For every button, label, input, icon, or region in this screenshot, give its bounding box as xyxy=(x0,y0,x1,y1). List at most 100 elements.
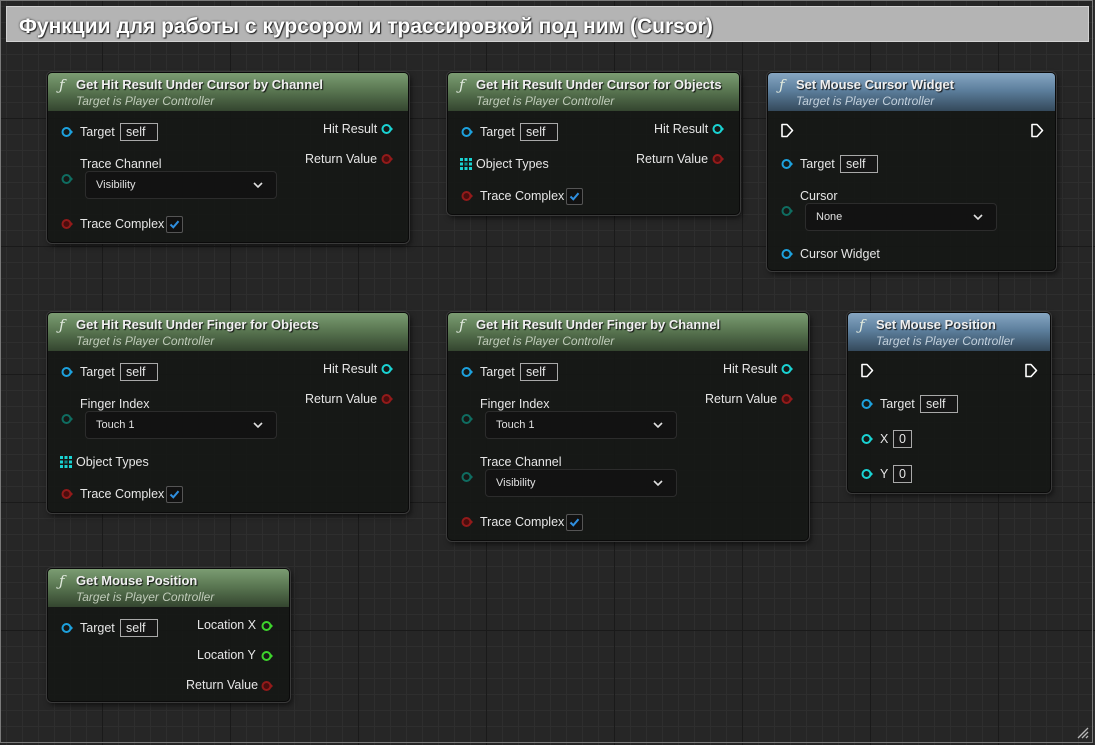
x-pin[interactable] xyxy=(861,433,873,445)
exec-in-pin[interactable] xyxy=(860,363,874,378)
comment-header[interactable]: Функции для работы с курсором и трассиро… xyxy=(6,6,1089,42)
cursor-dropdown[interactable]: None xyxy=(805,203,997,231)
target-value-field[interactable]: self xyxy=(520,363,558,381)
trace-channel-label: Trace Channel xyxy=(480,455,562,469)
node-get-hit-result-under-cursor-for-objects[interactable]: ƒ Get Hit Result Under Cursor for Object… xyxy=(447,72,740,215)
hit-result-label: Hit Result xyxy=(323,122,378,136)
trace-channel-dropdown[interactable]: Visibility xyxy=(85,171,277,199)
resize-grip-icon[interactable] xyxy=(1075,725,1089,739)
chevron-down-icon xyxy=(653,421,663,429)
finger-index-dropdown[interactable]: Touch 1 xyxy=(85,411,277,439)
exec-out-pin[interactable] xyxy=(1024,363,1038,378)
function-icon: ƒ xyxy=(459,316,465,334)
target-pin[interactable] xyxy=(61,622,73,634)
return-value-pin[interactable] xyxy=(381,153,393,165)
trace-channel-value: Visibility xyxy=(96,179,136,191)
trace-complex-label: Trace Complex xyxy=(80,217,165,231)
trace-complex-checkbox[interactable] xyxy=(166,486,183,503)
target-pin[interactable] xyxy=(61,366,73,378)
trace-complex-label: Trace Complex xyxy=(480,515,565,529)
cursor-widget-pin[interactable] xyxy=(781,248,793,260)
trace-complex-pin[interactable] xyxy=(461,516,473,528)
node-subtitle: Target is Player Controller xyxy=(876,334,1015,348)
target-value-field[interactable]: self xyxy=(120,363,158,381)
cursor-pin[interactable] xyxy=(781,205,793,217)
node-subtitle: Target is Player Controller xyxy=(76,590,215,604)
node-subtitle: Target is Player Controller xyxy=(476,94,615,108)
trace-channel-pin[interactable] xyxy=(461,471,473,483)
hit-result-label: Hit Result xyxy=(323,362,378,376)
hit-result-label: Hit Result xyxy=(654,122,709,136)
node-header[interactable]: ƒ Get Hit Result Under Finger for Object… xyxy=(48,313,408,351)
cursor-label: Cursor xyxy=(800,189,838,203)
node-header[interactable]: ƒ Get Hit Result Under Finger by Channel… xyxy=(448,313,808,351)
finger-index-value: Touch 1 xyxy=(96,419,135,431)
target-value-field[interactable]: self xyxy=(920,395,958,413)
target-value-field[interactable]: self xyxy=(840,155,878,173)
node-set-mouse-position[interactable]: ƒ Set Mouse Position Target is Player Co… xyxy=(847,312,1051,493)
return-value-label: Return Value xyxy=(186,678,259,692)
chevron-down-icon xyxy=(973,213,983,221)
y-value-field[interactable]: 0 xyxy=(893,465,912,483)
function-icon: ƒ xyxy=(59,76,65,94)
node-get-mouse-position[interactable]: ƒ Get Mouse Position Target is Player Co… xyxy=(47,568,290,702)
node-header[interactable]: ƒ Get Hit Result Under Cursor for Object… xyxy=(448,73,739,111)
array-pin-icon[interactable] xyxy=(60,456,72,468)
function-icon: ƒ xyxy=(779,76,785,94)
location-x-pin[interactable] xyxy=(261,620,273,632)
exec-in-pin[interactable] xyxy=(780,123,794,138)
node-subtitle: Target is Player Controller xyxy=(76,94,215,108)
target-value-field[interactable]: self xyxy=(520,123,558,141)
exec-out-pin[interactable] xyxy=(1030,123,1044,138)
target-label: Target xyxy=(80,621,115,635)
trace-complex-pin[interactable] xyxy=(461,190,473,202)
hit-result-pin[interactable] xyxy=(712,123,724,135)
trace-complex-pin[interactable] xyxy=(61,218,73,230)
node-get-hit-result-under-finger-by-channel[interactable]: ƒ Get Hit Result Under Finger by Channel… xyxy=(447,312,809,541)
node-header[interactable]: ƒ Set Mouse Cursor Widget Target is Play… xyxy=(768,73,1055,111)
target-label: Target xyxy=(480,125,515,139)
trace-complex-checkbox[interactable] xyxy=(566,514,583,531)
node-get-hit-result-under-finger-for-objects[interactable]: ƒ Get Hit Result Under Finger for Object… xyxy=(47,312,409,513)
target-label: Target xyxy=(800,157,835,171)
array-pin-icon[interactable] xyxy=(460,158,472,170)
location-y-pin[interactable] xyxy=(261,650,273,662)
target-pin[interactable] xyxy=(781,158,793,170)
hit-result-pin[interactable] xyxy=(381,363,393,375)
trace-channel-pin[interactable] xyxy=(61,173,73,185)
target-pin[interactable] xyxy=(461,126,473,138)
return-value-pin[interactable] xyxy=(712,153,724,165)
node-subtitle: Target is Player Controller xyxy=(476,334,615,348)
hit-result-pin[interactable] xyxy=(381,123,393,135)
trace-complex-checkbox[interactable] xyxy=(566,188,583,205)
trace-complex-pin[interactable] xyxy=(61,488,73,500)
node-subtitle: Target is Player Controller xyxy=(76,334,215,348)
target-value-field[interactable]: self xyxy=(120,619,158,637)
node-header[interactable]: ƒ Set Mouse Position Target is Player Co… xyxy=(848,313,1050,351)
trace-channel-dropdown[interactable]: Visibility xyxy=(485,469,677,497)
x-value-field[interactable]: 0 xyxy=(893,430,912,448)
finger-index-pin[interactable] xyxy=(61,413,73,425)
return-value-pin[interactable] xyxy=(261,680,273,692)
node-header[interactable]: ƒ Get Mouse Position Target is Player Co… xyxy=(48,569,289,607)
finger-index-pin[interactable] xyxy=(461,413,473,425)
location-x-label: Location X xyxy=(197,618,257,632)
target-value-field[interactable]: self xyxy=(120,123,158,141)
location-y-label: Location Y xyxy=(197,648,256,662)
target-pin[interactable] xyxy=(461,366,473,378)
hit-result-pin[interactable] xyxy=(781,363,793,375)
trace-complex-checkbox[interactable] xyxy=(166,216,183,233)
return-value-pin[interactable] xyxy=(781,393,793,405)
finger-index-dropdown[interactable]: Touch 1 xyxy=(485,411,677,439)
y-pin[interactable] xyxy=(861,468,873,480)
checkmark-icon xyxy=(169,219,180,230)
target-label: Target xyxy=(480,365,515,379)
node-set-mouse-cursor-widget[interactable]: ƒ Set Mouse Cursor Widget Target is Play… xyxy=(767,72,1056,271)
node-get-hit-result-under-cursor-by-channel[interactable]: ƒ Get Hit Result Under Cursor by Channel… xyxy=(47,72,409,243)
return-value-label: Return Value xyxy=(636,152,709,166)
return-value-pin[interactable] xyxy=(381,393,393,405)
target-pin[interactable] xyxy=(61,126,73,138)
target-pin[interactable] xyxy=(861,398,873,410)
trace-channel-value: Visibility xyxy=(496,477,536,489)
node-header[interactable]: ƒ Get Hit Result Under Cursor by Channel… xyxy=(48,73,408,111)
